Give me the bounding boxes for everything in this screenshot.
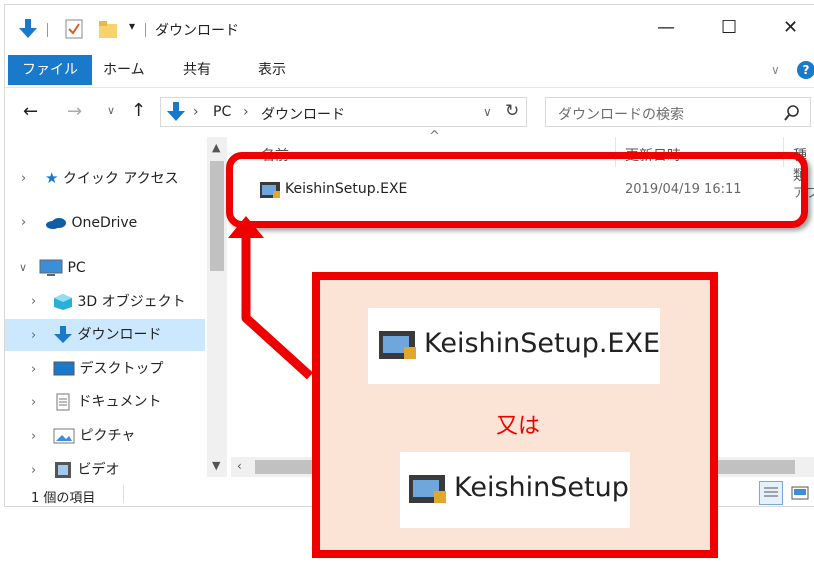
expand-chevron-icon[interactable]: ›	[31, 429, 36, 444]
tab-view[interactable]: 表示	[258, 55, 286, 85]
desktop-icon	[53, 361, 75, 376]
annotation-arrow	[228, 216, 314, 380]
sidebar-item-label: 3D オブジェクト	[77, 294, 186, 310]
sidebar-item-onedrive[interactable]: OneDrive	[45, 210, 137, 236]
sidebar-item-label: デスクトップ	[79, 361, 164, 377]
star-icon: ★	[45, 169, 59, 187]
expand-chevron-icon[interactable]: ›	[21, 215, 26, 230]
callout-box: KeishinSetup.EXE 又は KeishinSetup	[312, 272, 718, 558]
navigation-pane: › ★ クイック アクセス › OneDrive ∨ PC › 3D オブジェク…	[5, 133, 205, 483]
cube-icon	[54, 294, 72, 310]
qat-dropdown[interactable]: ▾	[129, 19, 135, 33]
breadcrumb-separator: ›	[193, 104, 199, 120]
search-box[interactable]: ダウンロードの検索	[545, 97, 811, 127]
minimize-button[interactable]: —	[657, 17, 675, 38]
forward-button[interactable]: →	[67, 101, 82, 122]
callout-file-card: KeishinSetup.EXE	[368, 308, 660, 384]
monitor-icon	[39, 259, 63, 276]
tab-home[interactable]: ホーム	[103, 55, 145, 85]
sidebar-item-3d-objects[interactable]: 3D オブジェクト	[53, 289, 186, 315]
close-button[interactable]: ✕	[783, 17, 798, 38]
address-bar[interactable]: › PC › ダウンロード ∨ ↻	[160, 97, 527, 127]
scroll-down-arrow-icon[interactable]: ▼	[212, 459, 220, 472]
expand-chevron-icon[interactable]: ›	[21, 171, 26, 186]
sidebar-item-documents[interactable]: ドキュメント	[53, 389, 161, 415]
sidebar-item-label: ダウンロード	[77, 327, 162, 343]
sidebar-item-quick-access[interactable]: ★ クイック アクセス	[45, 165, 179, 191]
details-view-icon	[764, 487, 778, 497]
sidebar-item-label: ピクチャ	[79, 428, 136, 444]
scroll-up-arrow-icon[interactable]: ▲	[212, 141, 220, 154]
download-arrow-icon[interactable]	[19, 19, 37, 39]
large-icons-view-icon	[791, 486, 809, 500]
search-icon[interactable]	[784, 105, 800, 121]
tab-file[interactable]: ファイル	[8, 55, 92, 85]
callout-file-name: KeishinSetup	[454, 472, 629, 503]
collapse-chevron-icon[interactable]: ∨	[19, 261, 27, 274]
sidebar-item-pictures[interactable]: ピクチャ	[53, 423, 135, 449]
help-icon[interactable]: ?	[797, 61, 814, 79]
search-input[interactable]: ダウンロードの検索	[558, 104, 684, 124]
picture-icon	[53, 428, 75, 444]
maximize-button[interactable]: ☐	[721, 17, 737, 38]
up-button[interactable]: ↑	[131, 100, 146, 121]
breadcrumb-separator: ›	[243, 104, 249, 120]
sidebar-item-desktop[interactable]: デスクトップ	[53, 356, 163, 382]
cloud-icon	[46, 218, 66, 229]
sidebar-item-label: クイック アクセス	[62, 171, 179, 187]
download-location-icon	[167, 102, 185, 121]
exe-file-icon	[379, 331, 416, 359]
large-icons-view-button[interactable]	[789, 483, 811, 503]
exe-file-icon	[409, 475, 446, 503]
expand-chevron-icon[interactable]: ›	[31, 294, 36, 309]
new-folder-icon[interactable]	[99, 21, 117, 39]
properties-icon[interactable]	[65, 19, 83, 39]
recent-locations-button[interactable]: ∨	[107, 104, 115, 117]
status-item-count: 1 個の項目	[31, 491, 96, 506]
scrollbar-thumb[interactable]	[210, 161, 224, 271]
address-dropdown-icon[interactable]: ∨	[483, 105, 492, 119]
breadcrumb-downloads[interactable]: ダウンロード	[261, 104, 345, 124]
sidebar-item-label: OneDrive	[71, 215, 138, 231]
callout-or-text: 又は	[496, 414, 541, 439]
scroll-left-arrow-icon[interactable]: ‹	[237, 459, 242, 473]
sidebar-item-pc[interactable]: PC	[39, 255, 86, 281]
refresh-icon[interactable]: ↻	[505, 101, 519, 121]
expand-chevron-icon[interactable]: ›	[31, 463, 36, 478]
document-icon	[56, 393, 70, 411]
sidebar-item-label: PC	[67, 260, 86, 276]
details-view-button[interactable]	[759, 481, 783, 505]
sidebar-item-label: ビデオ	[77, 462, 120, 478]
sidebar-item-downloads[interactable]: ダウンロード	[53, 322, 161, 348]
ribbon-tab-bar: ファイル ホーム 共有 表示 ∨ ?	[5, 55, 814, 88]
sidebar-item-label: ドキュメント	[77, 394, 162, 410]
expand-chevron-icon[interactable]: ›	[31, 395, 36, 410]
callout-file-card: KeishinSetup	[400, 452, 630, 528]
tab-share[interactable]: 共有	[183, 55, 211, 85]
expand-chevron-icon[interactable]: ›	[31, 362, 36, 377]
download-icon	[54, 326, 72, 343]
expand-chevron-icon[interactable]: ›	[31, 328, 36, 343]
sort-indicator-icon: ^	[429, 129, 440, 144]
breadcrumb-pc[interactable]: PC	[213, 104, 231, 120]
video-icon	[55, 462, 71, 478]
back-button[interactable]: ←	[23, 101, 38, 122]
window-title: ダウンロード	[155, 23, 239, 39]
sidebar-item-videos[interactable]: ビデオ	[53, 457, 119, 483]
ribbon-expand-chevron-icon[interactable]: ∨	[771, 55, 780, 85]
callout-file-name: KeishinSetup.EXE	[424, 328, 661, 359]
